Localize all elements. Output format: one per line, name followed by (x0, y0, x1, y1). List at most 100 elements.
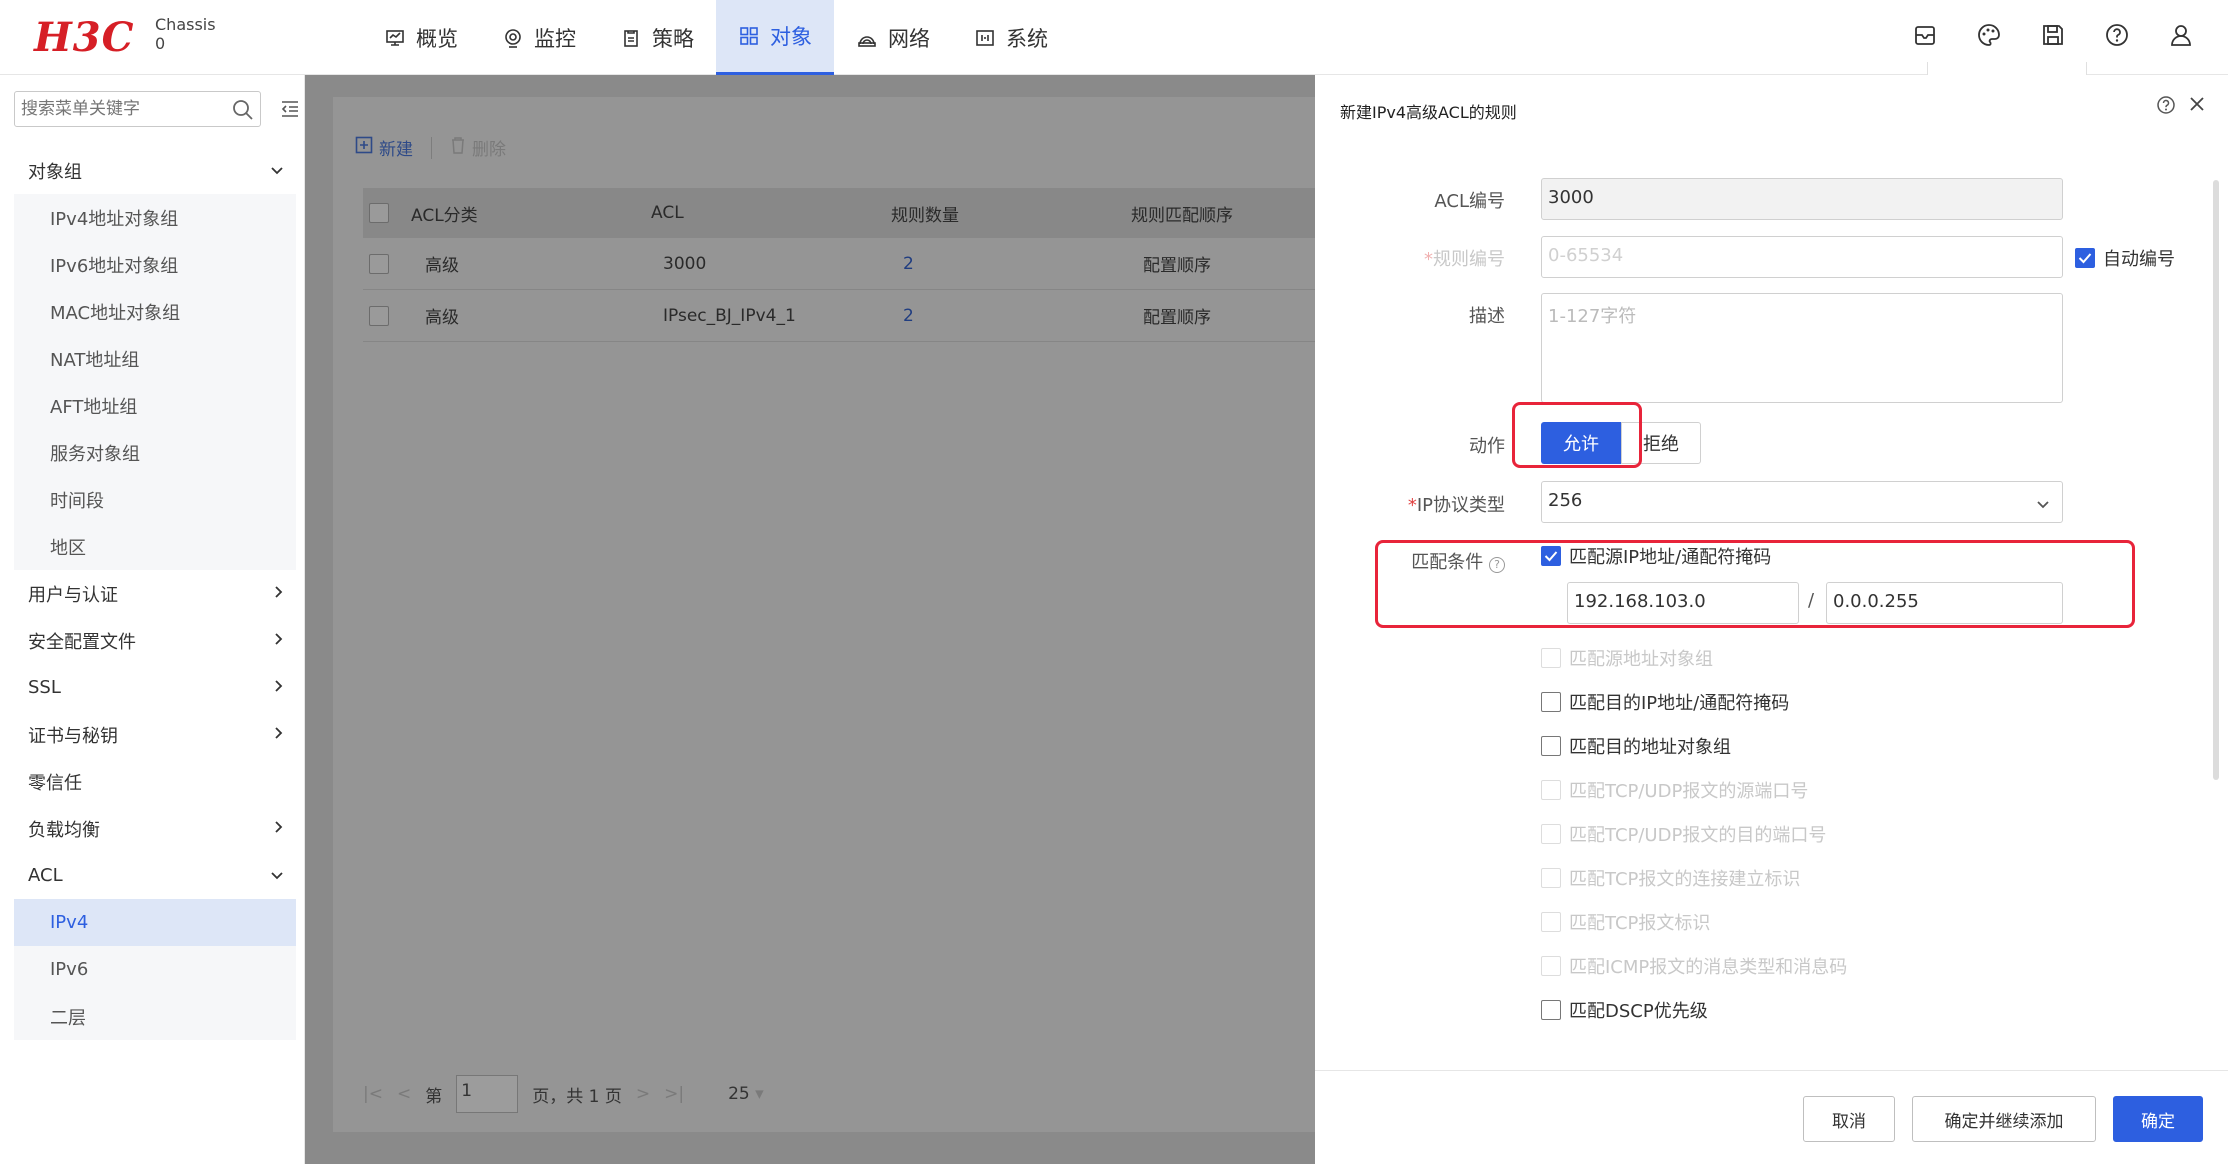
prev-page-icon[interactable]: < (397, 1084, 411, 1104)
nav-system[interactable]: 系统 (952, 0, 1070, 75)
first-page-icon[interactable]: |< (363, 1084, 383, 1104)
cell-rule-count-link[interactable]: 2 (891, 254, 1131, 274)
column-header[interactable]: ACL (651, 203, 891, 223)
help-icon[interactable] (2100, 18, 2134, 52)
chevron-right-icon (274, 724, 284, 745)
menu-item-nat-addr-group[interactable]: NAT地址组 (14, 335, 296, 382)
checkbox-empty-icon (1541, 912, 1561, 932)
nav-objects[interactable]: 对象 (716, 0, 834, 75)
user-icon[interactable] (2164, 18, 2198, 52)
delete-button[interactable]: 删除 (450, 135, 506, 160)
match-tcp-flag-toggle[interactable]: 匹配TCP报文标识 (1541, 909, 1710, 935)
help-icon[interactable] (2156, 95, 2176, 119)
menu-item-acl-ipv4[interactable]: IPv4 (14, 899, 296, 946)
close-icon[interactable] (2188, 95, 2206, 117)
table-row[interactable]: 高级 3000 2 配置顺序 (363, 238, 1315, 290)
menu-group-label: 用户与认证 (28, 584, 118, 606)
menu-search-input[interactable] (14, 91, 261, 127)
menu-group-acl[interactable]: ACL (14, 852, 296, 899)
rule-number-label: *规则编号 (1424, 249, 1505, 270)
menu-item-aft-addr-group[interactable]: AFT地址组 (14, 382, 296, 429)
menu-group-label: 负载均衡 (28, 819, 100, 841)
match-dst-ip-toggle[interactable]: 匹配目的IP地址/通配符掩码 (1541, 689, 1789, 715)
nav-policy[interactable]: 策略 (598, 0, 716, 75)
page-size-select[interactable]: 25 ▾ (728, 1084, 764, 1104)
chevron-right-icon (274, 677, 284, 698)
page-suffix: 页，共 1 页 (532, 1086, 622, 1107)
pagination: |< < 第 1 页，共 1 页 > >| 25 ▾ (363, 1075, 764, 1113)
match-tcp-established-toggle[interactable]: 匹配TCP报文的连接建立标识 (1541, 865, 1800, 891)
menu-item-time-range[interactable]: 时间段 (14, 476, 296, 523)
mailbox-icon[interactable] (1908, 18, 1942, 52)
ip-protocol-select[interactable]: 256 (1541, 481, 2063, 523)
rule-number-input[interactable]: 0-65534 (1541, 236, 2063, 278)
collapse-menu-icon[interactable] (280, 100, 300, 122)
menu-item-service-group[interactable]: 服务对象组 (14, 429, 296, 476)
cell-acl-type: 高级 (425, 308, 459, 328)
column-header[interactable]: 规则匹配顺序 (1131, 201, 1315, 226)
row-checkbox[interactable] (369, 253, 389, 274)
auto-number-toggle[interactable]: 自动编号 (2075, 245, 2175, 271)
last-page-icon[interactable]: >| (664, 1084, 684, 1104)
nav-overview[interactable]: 概览 (362, 0, 480, 75)
match-src-port-toggle[interactable]: 匹配TCP/UDP报文的源端口号 (1541, 777, 1808, 803)
system-icon (974, 27, 996, 49)
match-icmp-type-toggle[interactable]: 匹配ICMP报文的消息类型和消息码 (1541, 953, 1847, 979)
save-icon[interactable] (2036, 18, 2070, 52)
chevron-down-icon (270, 160, 284, 181)
match-dst-port-toggle[interactable]: 匹配TCP/UDP报文的目的端口号 (1541, 821, 1826, 847)
menu-item-acl-layer2[interactable]: 二层 (14, 993, 296, 1040)
menu-group-user-auth[interactable]: 用户与认证 (14, 570, 296, 617)
dialog-scrollbar[interactable] (2213, 180, 2219, 780)
menu-group-object-groups[interactable]: 对象组 (14, 147, 296, 194)
menu-group-label: SSL (28, 677, 61, 698)
network-icon (856, 27, 878, 49)
menu-group-ssl[interactable]: SSL (14, 664, 296, 711)
table-header: ACL分类 ACL 规则数量 规则匹配顺序 (363, 188, 1315, 238)
ip-protocol-value: 256 (1548, 490, 1583, 511)
select-all-checkbox[interactable] (369, 203, 389, 223)
palette-icon[interactable] (1972, 18, 2006, 52)
match-dscp-toggle[interactable]: 匹配DSCP优先级 (1541, 997, 1708, 1023)
search-icon[interactable] (232, 99, 254, 125)
new-button[interactable]: 新建 (355, 135, 413, 160)
menu-item-acl-ipv6[interactable]: IPv6 (14, 946, 296, 993)
save-and-continue-button[interactable]: 确定并继续添加 (1912, 1096, 2096, 1142)
column-header[interactable]: ACL分类 (411, 201, 651, 226)
menu-group-cert-key[interactable]: 证书与秘钥 (14, 711, 296, 758)
condition-label: 匹配目的IP地址/通配符掩码 (1569, 693, 1790, 714)
cell-acl: 3000 (663, 253, 707, 274)
location-icon (502, 27, 524, 49)
next-page-icon[interactable]: > (636, 1084, 650, 1104)
menu-item-ipv6-addr-group[interactable]: IPv6地址对象组 (14, 241, 296, 288)
menu-item-region[interactable]: 地区 (14, 523, 296, 570)
nav-monitor[interactable]: 监控 (480, 0, 598, 75)
highlight-box-match (1375, 540, 2135, 628)
cell-rule-count-link[interactable]: 2 (891, 306, 1131, 326)
menu-group-load-balance[interactable]: 负载均衡 (14, 805, 296, 852)
main-nav: 概览 监控 策略 对象 网络 系统 (362, 0, 1070, 75)
column-header[interactable]: 规则数量 (891, 201, 1131, 226)
condition-label: 匹配TCP报文标识 (1569, 913, 1711, 934)
menu-group-label: 安全配置文件 (28, 631, 136, 653)
toolbar-divider (431, 136, 432, 159)
description-textarea[interactable]: 1-127字符 (1541, 293, 2063, 403)
menu-item-mac-addr-group[interactable]: MAC地址对象组 (14, 288, 296, 335)
page-prefix: 第 (425, 1086, 443, 1107)
page-number-input[interactable]: 1 (456, 1075, 519, 1113)
checkbox-empty-icon (1541, 868, 1561, 888)
table-row[interactable]: 高级 IPsec_BJ_IPv4_1 2 配置顺序 (363, 290, 1315, 342)
highlight-box-action (1512, 402, 1642, 468)
chevron-right-icon (274, 630, 284, 651)
match-dst-addr-group-toggle[interactable]: 匹配目的地址对象组 (1541, 733, 1731, 759)
cancel-button[interactable]: 取消 (1803, 1096, 1895, 1142)
chassis-value: 0 (155, 34, 166, 53)
match-src-addr-group-toggle[interactable]: 匹配源地址对象组 (1541, 645, 1713, 671)
ok-button[interactable]: 确定 (2113, 1096, 2203, 1142)
menu-item-ipv4-addr-group[interactable]: IPv4地址对象组 (14, 194, 296, 241)
nav-network[interactable]: 网络 (834, 0, 952, 75)
checkbox-empty-icon (1541, 824, 1561, 844)
row-checkbox[interactable] (369, 305, 389, 326)
menu-group-zero-trust[interactable]: 零信任 (14, 758, 296, 805)
menu-group-security-profile[interactable]: 安全配置文件 (14, 617, 296, 664)
